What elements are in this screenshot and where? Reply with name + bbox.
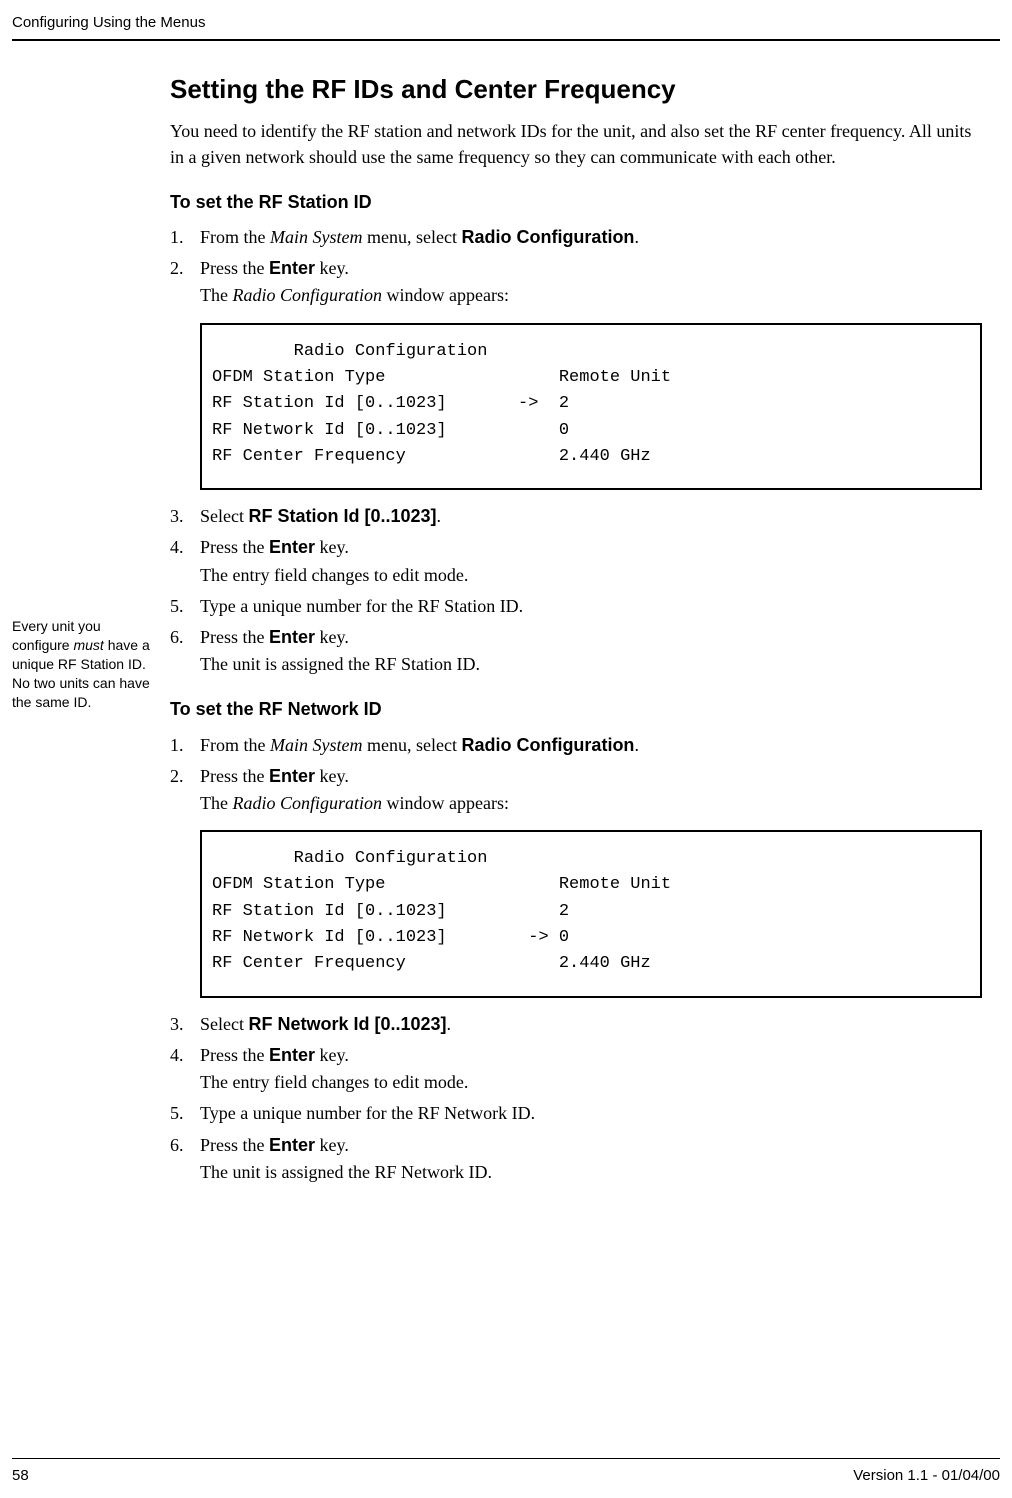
- page-header: Configuring Using the Menus: [12, 0, 1000, 41]
- station-id-steps-cont: Select RF Station Id [0..1023]. Press th…: [170, 504, 982, 677]
- section-heading-network-id: To set the RF Network ID: [170, 697, 982, 722]
- list-item-subtext: The entry field changes to edit mode.: [200, 563, 982, 588]
- header-title: Configuring Using the Menus: [12, 14, 205, 31]
- list-item: From the Main System menu, select Radio …: [170, 225, 982, 250]
- list-item: Press the Enter key. The unit is assigne…: [170, 625, 982, 677]
- list-item: Select RF Network Id [0..1023].: [170, 1012, 982, 1037]
- list-item-subtext: The unit is assigned the RF Network ID.: [200, 1160, 982, 1185]
- radio-config-window-1: Radio Configuration OFDM Station Type Re…: [200, 323, 982, 491]
- list-item: Press the Enter key. The Radio Configura…: [170, 764, 982, 816]
- list-item: Press the Enter key. The entry field cha…: [170, 1043, 982, 1095]
- margin-note: Every unit you configure must have a uni…: [12, 617, 162, 711]
- list-item-subtext: The Radio Configuration window appears:: [200, 791, 982, 816]
- network-id-steps-cont: Select RF Network Id [0..1023]. Press th…: [170, 1012, 982, 1185]
- radio-config-window-2: Radio Configuration OFDM Station Type Re…: [200, 830, 982, 998]
- intro-paragraph: You need to identify the RF station and …: [170, 119, 982, 169]
- list-item: Select RF Station Id [0..1023].: [170, 504, 982, 529]
- list-item-subtext: The Radio Configuration window appears:: [200, 283, 982, 308]
- page-title: Setting the RF IDs and Center Frequency: [170, 71, 982, 107]
- list-item-subtext: The unit is assigned the RF Station ID.: [200, 652, 982, 677]
- list-item-subtext: The entry field changes to edit mode.: [200, 1070, 982, 1095]
- network-id-steps: From the Main System menu, select Radio …: [170, 733, 982, 817]
- main-content: Setting the RF IDs and Center Frequency …: [170, 71, 982, 1185]
- version-label: Version 1.1 - 01/04/00: [853, 1465, 1000, 1486]
- list-item: Type a unique number for the RF Station …: [170, 594, 982, 619]
- page-footer: 58 Version 1.1 - 01/04/00: [12, 1458, 1000, 1486]
- list-item: Press the Enter key. The entry field cha…: [170, 535, 982, 587]
- margin-note-italic: must: [73, 637, 103, 653]
- list-item: Type a unique number for the RF Network …: [170, 1101, 982, 1126]
- list-item: From the Main System menu, select Radio …: [170, 733, 982, 758]
- station-id-steps: From the Main System menu, select Radio …: [170, 225, 982, 309]
- list-item: Press the Enter key. The unit is assigne…: [170, 1133, 982, 1185]
- list-item: Press the Enter key. The Radio Configura…: [170, 256, 982, 308]
- section-heading-station-id: To set the RF Station ID: [170, 190, 982, 215]
- page-number: 58: [12, 1465, 29, 1486]
